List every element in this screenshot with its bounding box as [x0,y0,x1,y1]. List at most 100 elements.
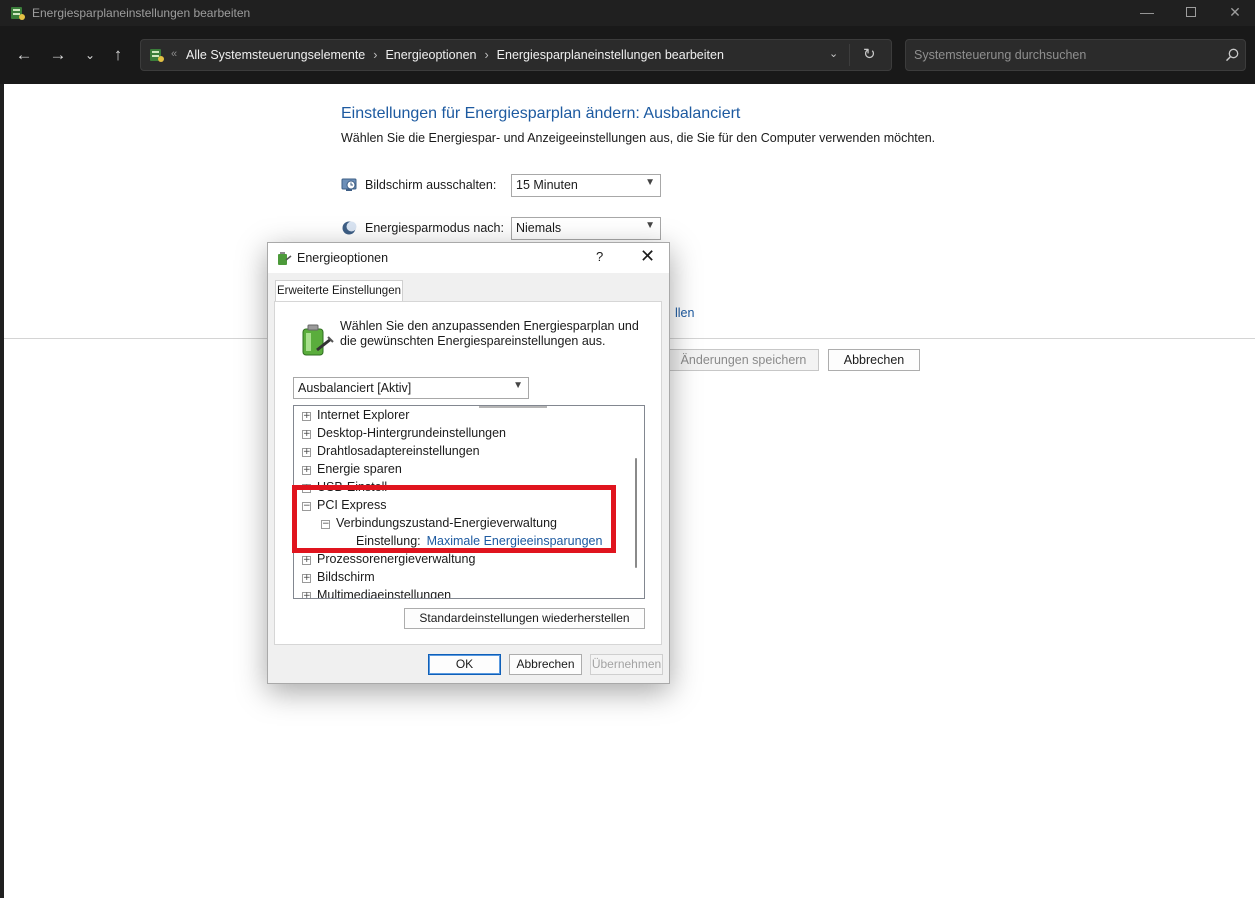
breadcrumb-separator-icon[interactable]: › [373,48,377,62]
back-button[interactable]: ← [12,44,36,68]
sleep-label: Energiesparmodus nach: [365,221,504,235]
tree-item[interactable]: + Energie sparen [302,460,402,478]
close-icon: ✕ [1229,4,1241,20]
collapse-icon[interactable]: − [321,520,330,529]
forward-button[interactable]: → [46,44,70,68]
tab-advanced-settings[interactable]: Erweiterte Einstellungen [275,280,403,302]
chevron-down-icon: ▼ [513,380,523,391]
tree-item[interactable]: + Prozessorenergieverwaltung [302,550,475,568]
expand-icon[interactable]: + [302,448,311,457]
cancel-button[interactable]: Abbrechen [828,349,920,371]
arrow-left-icon: ← [15,45,33,64]
expand-icon[interactable]: + [302,574,311,583]
dialog-title: Energieoptionen [297,251,389,265]
search-box[interactable] [905,39,1246,71]
chevron-down-icon: ▼ [645,177,655,188]
tree-item[interactable]: + Desktop-Hintergrundeinstellungen [302,424,506,442]
sleep-select[interactable]: Niemals ▼ [511,217,661,240]
chevron-down-icon: ⌄ [84,48,96,62]
save-changes-button[interactable]: Änderungen speichern [668,349,819,371]
address-overflow-icon[interactable]: « [171,48,177,60]
power-plan-value: Ausbalanciert [Aktiv] [298,381,412,395]
control-panel-icon [150,49,164,62]
expand-icon[interactable]: + [302,556,311,565]
tree-item[interactable]: + Multimediaeinstellungen [302,586,451,598]
scrollbar-thumb[interactable] [635,458,637,568]
apply-button[interactable]: Übernehmen [590,654,663,675]
moon-icon [342,221,357,235]
display-off-label: Bildschirm ausschalten: [365,178,497,192]
recent-locations-button[interactable]: ⌄ [78,44,102,68]
dialog-instructions: Wählen Sie den anzupassenden Energiespar… [340,319,639,348]
display-off-value: 15 Minuten [516,178,578,192]
breadcrumb-item[interactable]: Energiesparplaneinstellungen bearbeiten [497,48,724,62]
restore-defaults-button[interactable]: Standardeinstellungen wiederherstellen [404,608,645,629]
search-input[interactable] [914,46,1214,64]
power-plan-select[interactable]: Ausbalanciert [Aktiv] ▼ [293,377,529,399]
tree-item-label: PCI Express [317,498,387,512]
maximize-button[interactable] [1168,0,1214,26]
tree-item-pci-express[interactable]: − PCI Express [302,496,386,514]
expand-icon[interactable]: + [302,430,311,439]
up-button[interactable]: ↑ [106,44,130,68]
monitor-clock-icon [341,178,357,191]
tree-item-label: Internet Explorer [317,408,410,422]
expand-icon[interactable]: + [302,592,311,598]
expand-icon[interactable]: + [302,466,311,475]
advanced-settings-link[interactable]: llen [675,306,694,320]
maximize-icon [1186,7,1196,17]
tree-item-label: Verbindungszustand-Energieverwaltung [336,516,557,530]
dialog-cancel-button[interactable]: Abbrechen [509,654,582,675]
collapse-icon[interactable]: − [302,502,311,511]
display-off-select[interactable]: 15 Minuten ▼ [511,174,661,197]
expand-icon[interactable]: + [302,412,311,421]
setting-value[interactable]: Maximale Energieeinsparungen [427,534,603,548]
breadcrumb: Alle Systemsteuerungselemente › Energieopt… [186,48,724,62]
title-bar: Energiesparplaneinstellungen bearbeiten … [0,0,1255,26]
battery-plug-icon [302,324,334,356]
breadcrumb-item[interactable]: Energieoptionen [385,48,476,62]
dialog-title-bar: Energieoptionen ? ✕ [268,243,669,273]
tree-item-link-state[interactable]: − Verbindungszustand-Energieverwaltung [321,514,557,532]
minimize-button[interactable]: — [1124,0,1170,26]
breadcrumb-item[interactable]: Alle Systemsteuerungselemente [186,48,365,62]
tree-item-label: Prozessorenergieverwaltung [317,552,476,566]
chevron-down-icon: ▼ [645,220,655,231]
power-options-icon [278,252,292,265]
tab-panel: Wählen Sie den anzupassenden Energiespar… [274,301,662,645]
tree-item[interactable]: + USB-Einstell [302,478,387,496]
address-bar[interactable]: « Alle Systemsteuerungselemente › Energieo… [140,39,892,71]
tree-partial-row [479,406,547,408]
arrow-up-icon: ↑ [113,45,123,64]
close-icon[interactable]: ✕ [640,246,655,267]
minimize-icon: — [1140,4,1154,20]
breadcrumb-separator-icon[interactable]: › [484,48,488,62]
navigation-bar: ← → ⌄ ↑ « Alle Systemsteuerungselemente ›… [0,26,1255,84]
close-window-button[interactable]: ✕ [1212,0,1255,26]
page-title: Einstellungen für Energiesparplan ändern… [341,105,741,122]
address-history-dropdown-icon[interactable]: ⌄ [829,47,838,60]
settings-tree[interactable]: + Internet Explorer + Desktop-Hintergrunde… [293,405,645,599]
arrow-right-icon: → [49,45,67,64]
tree-item-label: Drahtlosadaptereinstellungen [317,444,480,458]
tree-item[interactable]: + Internet Explorer [302,406,409,424]
expand-icon[interactable]: + [302,484,311,493]
tree-item[interactable]: + Drahtlosadaptereinstellungen [302,442,480,460]
control-panel-icon [11,7,25,20]
ok-button[interactable]: OK [428,654,501,675]
tree-item-label: Energie sparen [317,462,402,476]
window-title: Energiesparplaneinstellungen bearbeiten [32,6,251,20]
divider [849,44,850,66]
search-icon[interactable] [1224,47,1240,63]
tree-item-setting[interactable]: Einstellung: Maximale Energieeinsparungen [356,532,602,550]
refresh-icon[interactable]: ↻ [863,45,876,63]
tree-item-label: Desktop-Hintergrundeinstellungen [317,426,507,440]
power-options-dialog: Energieoptionen ? ✕ Erweiterte Einstellu… [267,242,670,684]
help-icon[interactable]: ? [596,249,603,264]
page-subtitle: Wählen Sie die Energiespar- und Anzeigee… [341,131,936,145]
tree-item[interactable]: + Bildschirm [302,568,375,586]
tree-item-label: Bildschirm [317,570,375,584]
tree-item-label: USB-Einstell [317,480,388,494]
sleep-value: Niemals [516,221,562,235]
setting-label: Einstellung: [356,534,421,548]
